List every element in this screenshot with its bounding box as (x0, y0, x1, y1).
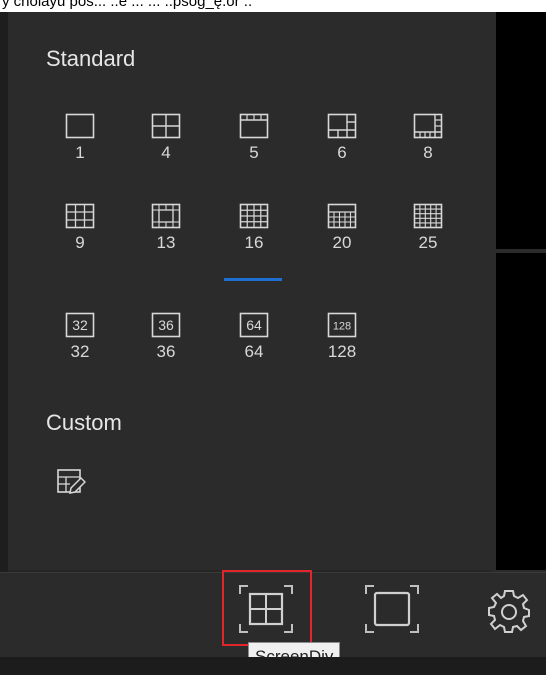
selected-layout-indicator (224, 278, 282, 281)
layout-36-icon: 36 (151, 312, 181, 338)
layout-option-label: 16 (244, 233, 264, 252)
video-tile-bottom (496, 253, 546, 570)
layout-option-128[interactable]: 128 128 (312, 312, 372, 362)
layout-option-label: 13 (156, 233, 176, 252)
layout-option-13[interactable]: 13 (136, 203, 196, 253)
standard-section-title: Standard (46, 46, 136, 71)
screendiv-button[interactable] (222, 570, 312, 646)
layout-option-label: 36 (156, 342, 176, 361)
layout-option-1[interactable]: 1 (50, 113, 110, 163)
layout-16-icon (239, 203, 269, 229)
gear-icon[interactable] (486, 588, 532, 634)
layout-8-icon (413, 113, 443, 139)
layout-option-32[interactable]: 32 32 (50, 312, 110, 362)
layout-4-icon (151, 113, 181, 139)
layout-option-label: 9 (75, 233, 85, 252)
layout-option-8[interactable]: 8 (398, 113, 458, 163)
left-edge (0, 12, 8, 572)
layout-option-36[interactable]: 36 36 (136, 312, 196, 362)
layout-option-label: 6 (337, 143, 347, 162)
fullscreen-icon[interactable] (364, 584, 420, 634)
layout-option-25[interactable]: 25 (398, 203, 458, 253)
layout-option-label: 20 (332, 233, 352, 252)
layout-option-label: 32 (70, 342, 90, 361)
layout-option-label: 8 (423, 143, 433, 162)
layout-option-label: 5 (249, 143, 259, 162)
layout-option-64[interactable]: 64 64 (224, 312, 284, 362)
layout-option-label: 25 (418, 233, 438, 252)
layout-64-icon: 64 (239, 312, 269, 338)
layout-6-icon (327, 113, 357, 139)
layout-box-text: 36 (158, 317, 174, 333)
custom-layout-edit-icon[interactable] (56, 467, 86, 497)
layout-box-text: 32 (72, 317, 88, 333)
bottom-strip (0, 657, 546, 675)
layout-1-icon (65, 113, 95, 139)
layout-option-6[interactable]: 6 (312, 113, 372, 163)
layout-box-text: 128 (333, 321, 351, 333)
layout-option-label: 1 (75, 143, 85, 162)
top-cropped-text: y cholayu pos... ..e ... ... ..psog_ę.or… (0, 0, 546, 12)
video-tile-top (496, 12, 546, 249)
layout-25-icon (413, 203, 443, 229)
layout-option-label: 64 (244, 342, 264, 361)
layout-5-icon (239, 113, 269, 139)
layout-option-9[interactable]: 9 (50, 203, 110, 253)
layout-13-icon (151, 203, 181, 229)
layout-option-label: 128 (327, 342, 357, 361)
layout-option-20[interactable]: 20 (312, 203, 372, 253)
layout-option-label: 4 (161, 143, 171, 162)
layout-128-icon: 128 (327, 312, 357, 338)
layout-option-16[interactable]: 16 (224, 203, 284, 253)
layout-20-icon (327, 203, 357, 229)
layout-box-text: 64 (246, 317, 262, 333)
layout-option-5[interactable]: 5 (224, 113, 284, 163)
layout-32-icon: 32 (65, 312, 95, 338)
layout-option-4[interactable]: 4 (136, 113, 196, 163)
layout-9-icon (65, 203, 95, 229)
custom-section-title: Custom (46, 410, 122, 435)
